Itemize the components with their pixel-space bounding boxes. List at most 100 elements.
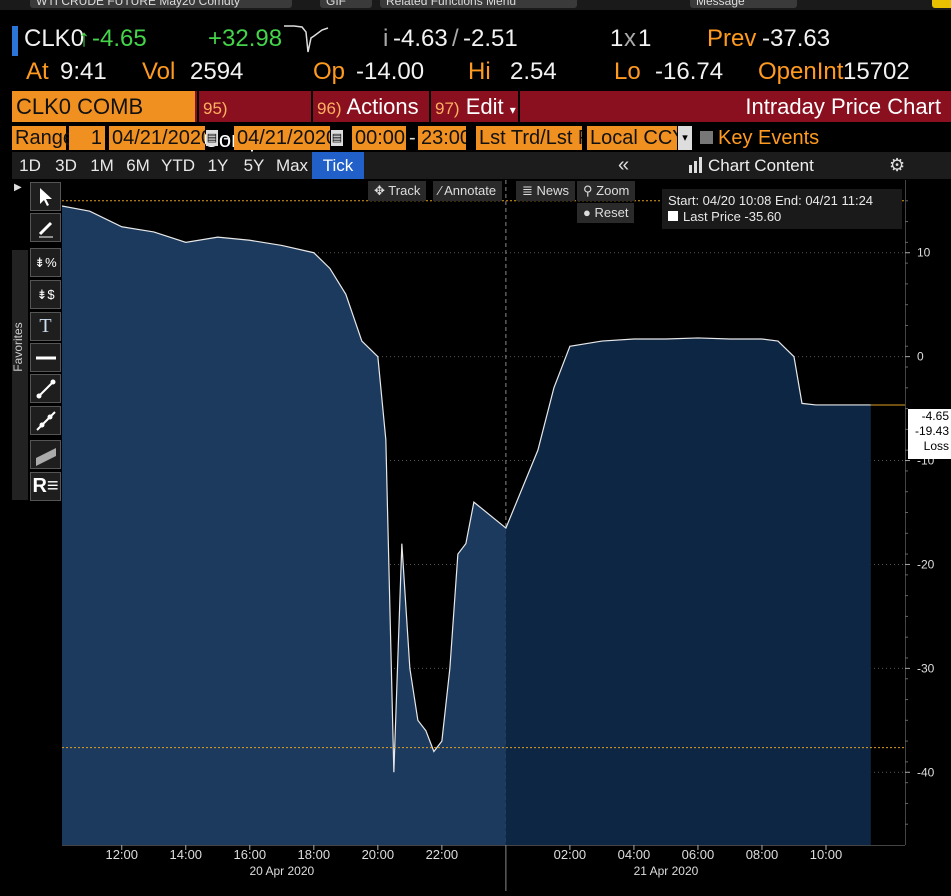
alert-icon[interactable] [932,0,951,8]
bid-ask-separator: / [452,25,459,52]
zoom-label: Zoom [596,183,630,198]
x-tick-label: 14:00 [170,847,203,862]
actions-menu[interactable]: 96) Actions ▾ [311,91,427,150]
percent-tool-icon[interactable]: ⇟% [30,248,61,277]
track-label: Track [388,183,421,198]
channel-tool-icon[interactable] [30,440,61,469]
chart-content-label[interactable]: Chart Content [708,152,814,179]
openint-label: OpenInt [758,58,844,85]
pen-tool-icon[interactable] [30,213,61,242]
calendar-icon[interactable]: ▤ [331,130,343,146]
page-title: Intraday Price Chart [745,94,941,119]
news-icon: ≣ [522,183,533,198]
actions-num: 96) [317,99,342,118]
period-ytd[interactable]: YTD [156,152,200,179]
chart-info-box: Start: 04/20 10:08 End: 04/21 11:24 Last… [662,189,902,229]
start-time-field[interactable]: 00:00 [352,126,406,150]
price-type-field[interactable]: Lst Trd/Lst P [476,126,582,150]
track-button[interactable]: ✥ Track [368,181,427,201]
collapse-icon[interactable]: « [618,152,629,179]
period-1y[interactable]: 1Y [200,152,236,179]
op-value: -14.00 [356,58,425,85]
last-price-label: Loss [923,439,949,453]
title-divider [518,91,520,122]
prev-label: Prev [707,25,757,52]
expand-icon[interactable]: ▶ [14,182,22,193]
y-tick-label: -20 [917,557,935,571]
security-dropdown[interactable]: WTI CRUDE FUTURE May20 Comdty [30,0,292,8]
annotate-button[interactable]: ∕ Annotate [433,181,503,201]
vol-label: Vol [142,58,176,85]
r-tool-icon[interactable]: R≡ [30,472,61,501]
end-date-field[interactable]: 04/21/2020 [234,126,330,150]
actions-label: Actions [346,94,419,119]
at-label: At [26,58,49,85]
op-label: Op [313,58,346,85]
message-button[interactable]: Message [690,0,797,8]
crosshair-icon: ✥ [374,183,385,198]
price-chart[interactable] [61,180,905,845]
hi-value: 2.54 [510,58,557,85]
gear-icon[interactable]: ⚙ [889,152,905,179]
trend-line-icon[interactable] [30,374,61,403]
dollar-tool-icon[interactable]: ⇟$ [30,280,61,309]
x-tick-label: 20:00 [362,847,395,862]
related-functions-menu[interactable]: Related Functions Menu [380,0,577,8]
period-1m[interactable]: 1M [84,152,120,179]
key-events-checkbox[interactable] [700,131,713,144]
period-1d[interactable]: 1D [12,152,48,179]
end-time-field[interactable]: 23:00 [418,126,466,150]
security-field[interactable]: CLK0 COMB Comdty [12,91,195,150]
search-icon: ⚲ [583,183,593,198]
x-tick-label: 18:00 [298,847,331,862]
period-3d[interactable]: 3D [48,152,84,179]
text-tool-icon[interactable]: T [30,312,61,341]
quote-ticker: CLK0 [24,25,85,52]
pointer-tool-icon[interactable] [30,182,61,211]
edit-num: 97) [435,99,460,118]
chevron-down-icon[interactable]: ▾ [678,126,692,150]
y-tick-label: 10 [917,246,931,260]
edit-label: Edit [465,94,504,119]
area-day2 [505,337,871,845]
lo-label: Lo [614,58,641,85]
last-price-box: -4.65 -19.43 Loss [908,409,951,459]
up-arrow-icon: ↑ [78,25,90,52]
last-price-change: -19.43 [914,424,949,438]
period-5y[interactable]: 5Y [236,152,272,179]
period-tick[interactable]: Tick ▼ [312,152,364,202]
area-day1 [62,205,506,845]
period-6m[interactable]: 6M [120,152,156,179]
chart-area[interactable] [61,180,905,845]
size-x: x [624,25,636,52]
y-tick-label: -30 [917,661,935,675]
x-tick-label: 04:00 [618,847,651,862]
start-date-field[interactable]: 04/21/2020 [109,126,205,150]
zoom-button[interactable]: ⚲ Zoom [577,181,636,201]
range-count-field[interactable]: 1 [69,126,105,150]
calendar-icon[interactable]: ▤ [206,130,218,146]
bid-prefix: i [383,25,389,52]
ray-line-icon[interactable] [30,406,61,435]
info-last-price: Last Price -35.60 [668,209,896,225]
vol-value: 2594 [190,58,244,85]
compare-menu[interactable]: 95) Compare [197,91,309,152]
favorites-tab[interactable]: Favorites [11,250,28,500]
range-label: Range [12,126,74,150]
annotate-label: Annotate [444,183,497,198]
currency-field[interactable]: Local CCY [587,126,677,150]
x-tick-label: 06:00 [682,847,715,862]
gif-dropdown[interactable]: GIF [320,0,372,8]
chart-content-icon [688,156,703,174]
period-max[interactable]: Max [272,152,312,179]
at-time: 9:41 [60,58,107,85]
horizontal-line-icon[interactable] [30,343,61,372]
edit-menu[interactable]: 97) Edit ▾ [429,91,516,122]
pencil-icon: ∕ [439,183,442,198]
time-dash: - [409,127,416,149]
openint-value: 15702 [843,58,910,85]
last-price-value: -4.65 [921,409,949,423]
reset-button[interactable]: ● Reset [577,203,635,223]
y-tick-label: -40 [917,765,935,779]
news-button[interactable]: ≣ News [516,181,576,201]
